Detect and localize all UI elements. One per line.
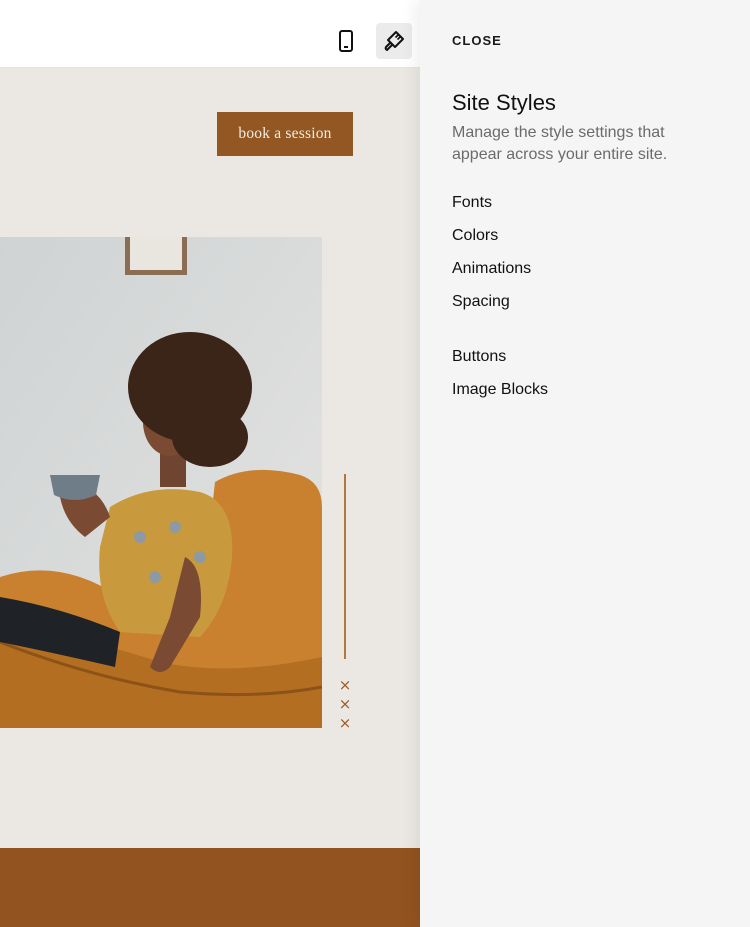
paintbrush-icon — [384, 31, 404, 51]
close-button[interactable]: CLOSE — [452, 33, 502, 48]
footer-color-band — [0, 848, 420, 927]
menu-item-fonts[interactable]: Fonts — [452, 194, 492, 212]
decorative-x-mark: × — [338, 695, 352, 713]
panel-description: Manage the style settings that appear ac… — [452, 124, 668, 163]
site-styles-button[interactable] — [376, 23, 412, 59]
menu-item-spacing[interactable]: Spacing — [452, 293, 510, 311]
menu-item-colors[interactable]: Colors — [452, 227, 498, 245]
editor-toolbar — [0, 14, 420, 68]
decorative-x-mark: × — [338, 714, 352, 732]
book-session-button[interactable]: book a session — [217, 112, 353, 156]
decorative-line — [344, 474, 346, 659]
menu-item-animations[interactable]: Animations — [452, 260, 531, 278]
mobile-phone-icon — [339, 30, 353, 52]
site-preview: book a session × × × — [0, 0, 420, 927]
menu-item-buttons[interactable]: Buttons — [452, 348, 506, 366]
site-styles-panel: CLOSE Site Styles Manage the style setti… — [420, 0, 750, 927]
site-canvas: book a session × × × — [0, 68, 420, 927]
decorative-x-mark: × — [338, 676, 352, 694]
mobile-view-button[interactable] — [328, 23, 364, 59]
menu-item-image-blocks[interactable]: Image Blocks — [452, 381, 548, 399]
panel-title: Site Styles — [452, 90, 556, 115]
hero-image — [0, 237, 322, 728]
